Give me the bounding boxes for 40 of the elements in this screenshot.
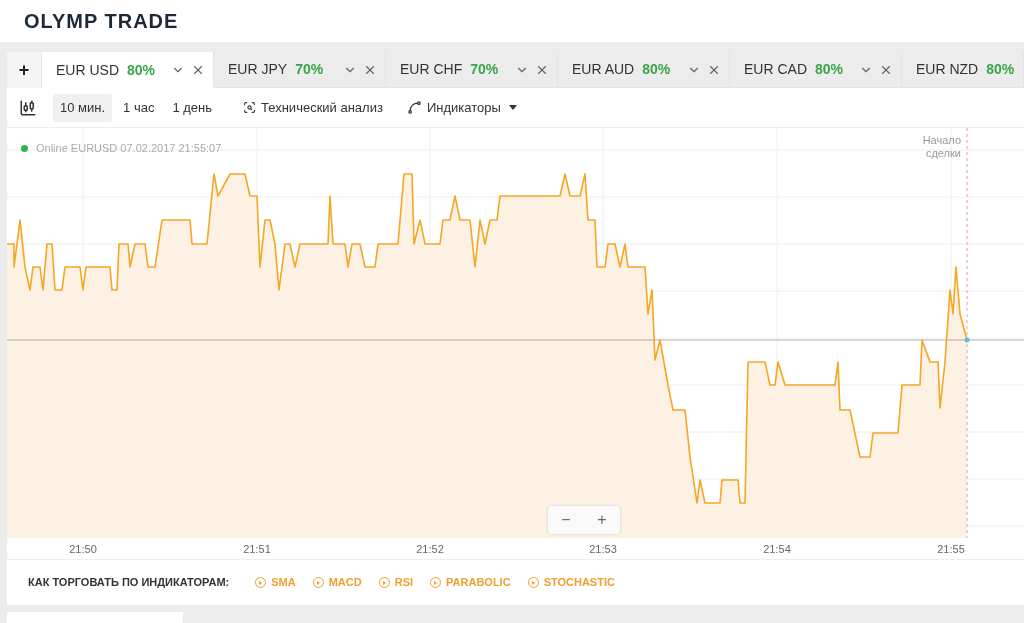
time-axis-label: 21:51 [242, 542, 272, 557]
time-axis-label: 21:50 [68, 542, 98, 557]
online-status: Online EURUSD 07.02.2017 21:55:07 [36, 141, 222, 156]
pair-name: EUR CHF [400, 60, 463, 79]
pair-name: EUR NZD [916, 60, 979, 79]
payout: 80% [127, 60, 156, 80]
time-axis-label: 21:54 [762, 542, 792, 557]
pair-name: EUR CAD [744, 60, 807, 79]
time-axis-label: 21:55 [936, 542, 966, 557]
payout: 80% [815, 60, 844, 79]
pair-name: EUR USD [56, 60, 119, 80]
time-axis-label: 21:53 [588, 542, 618, 557]
candlestick-icon[interactable] [19, 98, 37, 117]
close-icon[interactable] [191, 63, 205, 77]
currency-tab[interactable]: EUR JPY 70% [214, 52, 386, 88]
zoom-in-button[interactable]: + [584, 506, 620, 534]
indicators-button[interactable]: Индикаторы [406, 93, 517, 122]
pair-name: EUR JPY [228, 60, 288, 79]
currency-tab[interactable]: EUR CAD 80% [730, 52, 902, 88]
timeframe-button[interactable]: 1 час [116, 93, 162, 122]
zoom-out-button[interactable]: − [548, 506, 584, 534]
pair-name: EUR AUD [572, 60, 635, 79]
payout: 70% [295, 60, 324, 79]
payout: 80% [986, 60, 1015, 79]
timeframe-button[interactable]: 10 мин. [53, 93, 113, 122]
payout: 80% [642, 60, 671, 79]
technical-analysis-button[interactable]: Технический анализ [243, 93, 383, 122]
currency-tab[interactable]: EUR AUD 80% [558, 52, 730, 88]
line-icon [406, 100, 422, 115]
logo: OLYMP TRADE [24, 9, 179, 34]
dropdown-arrow-icon [508, 105, 517, 110]
currency-tab[interactable]: EUR USD 80% [42, 52, 214, 88]
payout: 70% [470, 60, 499, 79]
deal-start-label: Начало сделки [921, 134, 961, 160]
currency-tab[interactable]: EUR CHF 70% [386, 52, 558, 88]
magnifier-icon [243, 101, 257, 114]
currency-tab[interactable]: EUR NZD 80% [902, 52, 1024, 88]
time-axis-label: 21:52 [415, 542, 445, 557]
timeframe-button[interactable]: 1 день [165, 93, 220, 122]
guides-label: КАК ТОРГОВАТЬ ПО ИНДИКАТОРАМ: [28, 575, 230, 591]
